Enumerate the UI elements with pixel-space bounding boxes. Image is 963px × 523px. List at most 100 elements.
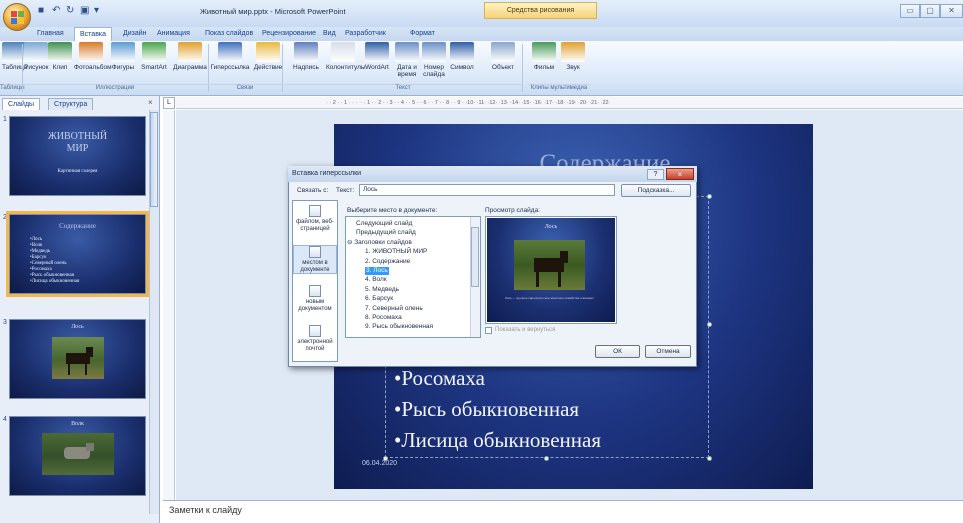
- customize-icon[interactable]: ▾: [94, 5, 99, 19]
- preview-title: Лось: [544, 224, 558, 230]
- clip-button[interactable]: Клип: [46, 42, 74, 71]
- tab-0[interactable]: Главная: [32, 27, 69, 41]
- shapes-button[interactable]: Фигуры: [108, 42, 138, 71]
- ok-button[interactable]: ОК: [595, 345, 640, 358]
- smartart-button[interactable]: SmartArt: [138, 42, 170, 71]
- table-button[interactable]: Таблица: [2, 42, 28, 71]
- help-button[interactable]: ?: [647, 169, 664, 180]
- slide-number: 1: [3, 116, 7, 123]
- minimize-button[interactable]: ▭: [900, 4, 920, 18]
- link-place-in-document-option[interactable]: местом в документе: [293, 245, 337, 274]
- tab-2[interactable]: Дизайн: [118, 27, 152, 41]
- slide-number: 3: [3, 319, 7, 326]
- hyperlink-button[interactable]: Гиперссылка: [210, 42, 250, 71]
- textbox-icon: [294, 42, 318, 62]
- slide-number-button[interactable]: Номер слайда: [420, 42, 448, 78]
- office-button[interactable]: [3, 3, 31, 31]
- link-new-document-option[interactable]: новым документом: [293, 285, 337, 312]
- tree-item[interactable]: ⊖ Заголовки слайдов: [347, 239, 412, 247]
- tree-item[interactable]: 6. Барсук: [365, 295, 393, 303]
- screentip-button[interactable]: Подсказка...: [621, 184, 691, 197]
- tab-7[interactable]: Разработчик: [340, 27, 391, 41]
- undo-icon[interactable]: ↶: [52, 5, 60, 19]
- slide-bullet: •Рысь обыкновенная: [394, 397, 580, 421]
- tree-item[interactable]: 3. Лось: [365, 267, 389, 275]
- option-label: электронной почтой: [297, 339, 333, 352]
- sound-button[interactable]: Звук: [558, 42, 588, 71]
- button-label: Таблица: [2, 64, 28, 71]
- button-label: Колонтитулы: [326, 64, 366, 71]
- button-label: Дата и время: [397, 64, 417, 78]
- tree-item[interactable]: Предыдущий слайд: [356, 229, 416, 237]
- wolf-picture: [42, 433, 114, 475]
- tab-slides[interactable]: Слайды: [2, 98, 41, 110]
- movie-button[interactable]: Фильм: [530, 42, 558, 71]
- button-label: Фильм: [533, 64, 555, 71]
- symbol-button[interactable]: Символ: [448, 42, 476, 71]
- redo-icon[interactable]: ↻: [66, 5, 74, 19]
- show-and-return-checkbox[interactable]: [485, 327, 492, 334]
- textbox-button[interactable]: Надпись: [286, 42, 326, 71]
- picture-button[interactable]: Рисунок: [24, 42, 49, 71]
- photo-album-button[interactable]: Фотоальбом: [74, 42, 112, 71]
- tree-item[interactable]: 2. Содержание: [365, 258, 410, 266]
- tab-3[interactable]: Анимация: [152, 27, 195, 41]
- scrollbar-thumb[interactable]: [150, 112, 158, 207]
- wordart-button[interactable]: WordArt: [360, 42, 394, 71]
- tree-item[interactable]: 5. Медведь: [365, 286, 399, 294]
- tab-5[interactable]: Рецензирование: [257, 27, 321, 41]
- resize-handle[interactable]: [707, 194, 712, 199]
- select-place-label: Выберите место в документе:: [347, 207, 438, 214]
- tab-selector[interactable]: L: [163, 97, 175, 109]
- option-label: файлом, веб-страницей: [296, 219, 334, 232]
- moose-picture: [52, 337, 104, 379]
- slide-thumbnail-4[interactable]: Волк: [9, 416, 146, 496]
- button-label: SmartArt: [141, 64, 167, 71]
- tab-6[interactable]: Вид: [318, 27, 341, 41]
- webpage-icon: [309, 205, 321, 217]
- tab-1[interactable]: Вставка: [74, 27, 113, 41]
- tab-4[interactable]: Показ слайдов: [200, 27, 258, 41]
- link-file-webpage-option[interactable]: файлом, веб-страницей: [293, 205, 337, 232]
- scrollbar-thumb[interactable]: [471, 227, 479, 287]
- tree-item[interactable]: Следующий слайд: [356, 220, 412, 228]
- tree-item[interactable]: 7. Северный олень: [365, 305, 423, 313]
- thumb-title: Лось: [71, 324, 84, 330]
- tab-outline[interactable]: Структура: [48, 98, 94, 110]
- close-window-button[interactable]: ✕: [940, 4, 963, 18]
- dialog-close-button[interactable]: ×: [666, 168, 694, 180]
- resize-handle[interactable]: [707, 322, 712, 327]
- save-icon[interactable]: ■: [38, 5, 44, 19]
- slide-thumbnail-2[interactable]: Содержание •Лось •Волк •Медведь •Барсук •Сев…: [6, 211, 149, 297]
- tree-item[interactable]: 8. Росомаха: [365, 314, 402, 322]
- group-separator: [282, 44, 283, 92]
- new-document-icon: [309, 285, 321, 297]
- header-footer-button[interactable]: Колонтитулы: [326, 42, 366, 71]
- tab-8[interactable]: Формат: [405, 27, 440, 41]
- movie-icon: [532, 42, 556, 62]
- date-time-button[interactable]: Дата и время: [394, 42, 420, 78]
- tree-item[interactable]: 1. ЖИВОТНЫЙ МИР: [365, 248, 427, 256]
- text-to-display-input[interactable]: Лось: [359, 184, 615, 196]
- maximize-button[interactable]: ▢: [920, 4, 940, 18]
- link-email-option[interactable]: электронной почтой: [293, 325, 337, 352]
- vertical-ruler: [163, 110, 175, 500]
- action-button[interactable]: Действие: [250, 42, 286, 71]
- print-preview-icon[interactable]: ▣: [80, 5, 89, 19]
- slide-bullet: •Росомаха: [394, 366, 485, 390]
- close-pane-icon[interactable]: ×: [148, 98, 153, 107]
- resize-handle[interactable]: [544, 456, 549, 461]
- button-label: Клип: [52, 64, 68, 71]
- action-icon: [256, 42, 280, 62]
- slide-number: 4: [3, 416, 7, 423]
- button-label: Действие: [253, 64, 283, 71]
- notes-pane[interactable]: Заметки к слайду: [163, 500, 963, 523]
- slide-thumbnail-1[interactable]: ЖИВОТНЫЙ МИР Картинная галерея: [9, 116, 146, 196]
- slide-thumbnail-3[interactable]: Лось: [9, 319, 146, 399]
- horizontal-ruler: · · 2 · · 1 · · · · · 1 · · 2 · · 3 · · …: [176, 97, 963, 109]
- cancel-button[interactable]: Отмена: [645, 345, 691, 358]
- tree-item[interactable]: 9. Рысь обыкновенная: [365, 323, 433, 331]
- tree-item[interactable]: 4. Волк: [365, 276, 387, 284]
- resize-handle[interactable]: [707, 456, 712, 461]
- chart-button[interactable]: Диаграмма: [170, 42, 210, 71]
